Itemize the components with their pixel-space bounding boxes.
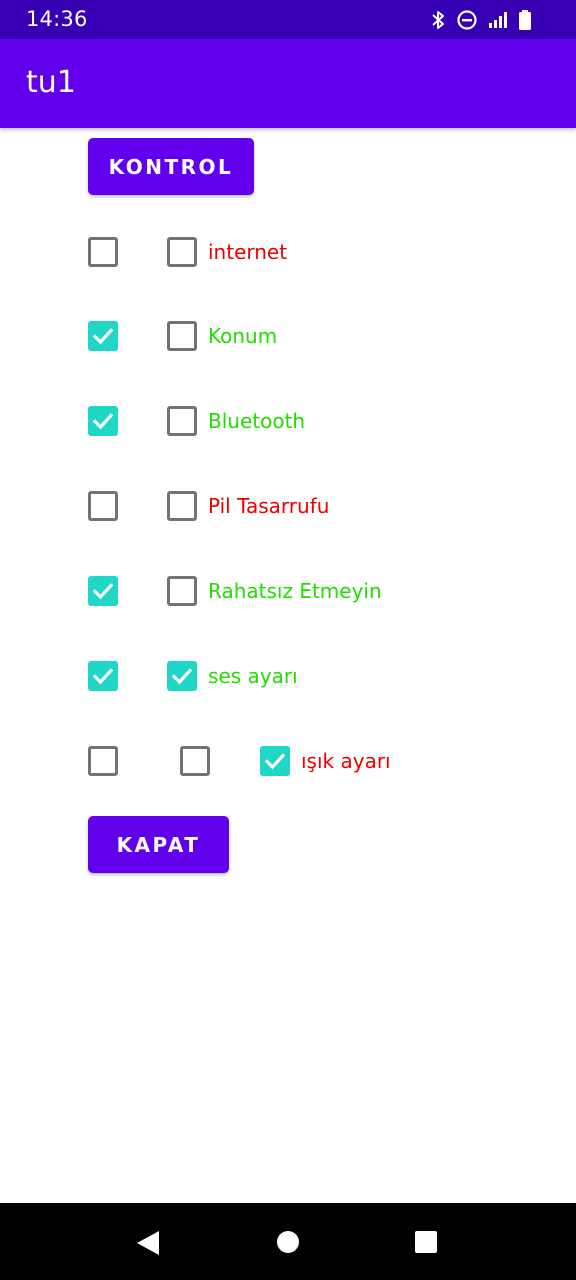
do-not-disturb-icon <box>457 10 477 30</box>
battery-icon <box>519 10 531 30</box>
checkmark-icon <box>92 583 114 600</box>
checkmark-icon <box>92 668 114 685</box>
status-time: 14:36 <box>26 7 88 31</box>
row-6-checkbox-1[interactable] <box>88 661 118 691</box>
rahatsiz-etmeyin-label[interactable]: Rahatsız Etmeyin <box>208 576 382 606</box>
recents-icon[interactable] <box>414 1230 438 1254</box>
row-3-checkbox-2[interactable] <box>167 406 197 436</box>
pil-tasarrufu-label[interactable]: Pil Tasarrufu <box>208 491 329 521</box>
row-5-checkbox-2[interactable] <box>167 576 197 606</box>
row-2-checkbox-2[interactable] <box>167 321 197 351</box>
checkmark-icon <box>92 413 114 430</box>
checkmark-icon <box>264 753 286 770</box>
app-bar: tu1 <box>0 39 576 128</box>
status-icons <box>420 8 532 32</box>
back-icon[interactable] <box>136 1230 160 1256</box>
row-1-checkbox-1[interactable] <box>88 237 118 267</box>
signal-icon <box>489 12 507 28</box>
status-bar: 14:36 <box>0 0 576 39</box>
konum-label[interactable]: Konum <box>208 321 277 351</box>
row-3-checkbox-1[interactable] <box>88 406 118 436</box>
bluetooth-icon <box>432 11 444 29</box>
home-icon[interactable] <box>276 1230 300 1254</box>
row-6-checkbox-2[interactable] <box>167 661 197 691</box>
isik-ayari-label[interactable]: ışık ayarı <box>301 746 391 776</box>
row-4-checkbox-1[interactable] <box>88 491 118 521</box>
row-7-checkbox-2[interactable] <box>180 746 210 776</box>
bluetooth-label[interactable]: Bluetooth <box>208 406 305 436</box>
app-title: tu1 <box>26 65 76 100</box>
row-2-checkbox-1[interactable] <box>88 321 118 351</box>
internet-label[interactable]: internet <box>208 237 287 267</box>
ses-ayari-label[interactable]: ses ayarı <box>208 661 298 691</box>
kontrol-button[interactable]: KONTROL <box>88 138 254 195</box>
row-7-checkbox-3[interactable] <box>260 746 290 776</box>
row-1-checkbox-2[interactable] <box>167 237 197 267</box>
navigation-bar <box>0 1203 576 1280</box>
row-5-checkbox-1[interactable] <box>88 576 118 606</box>
row-4-checkbox-2[interactable] <box>167 491 197 521</box>
kapat-button[interactable]: KAPAT <box>88 816 229 873</box>
checkmark-icon <box>92 328 114 345</box>
checkmark-icon <box>171 668 193 685</box>
row-7-checkbox-1[interactable] <box>88 746 118 776</box>
